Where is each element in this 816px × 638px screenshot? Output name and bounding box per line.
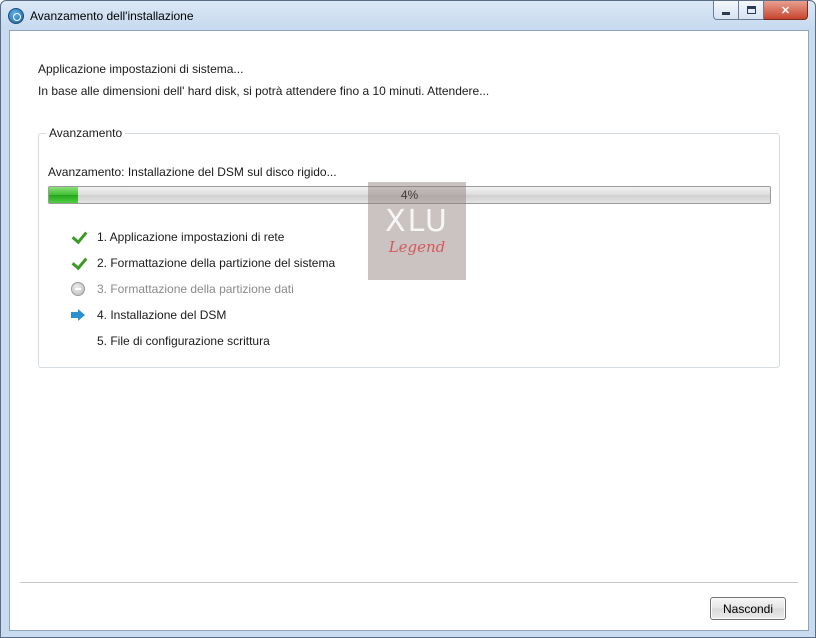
step-label: 2. Formattazione della partizione del si… [97,256,336,270]
step-list: 1. Applicazione impostazioni di rete 2. … [70,224,335,354]
step-item: 4. Installazione del DSM [70,302,335,328]
minimize-button[interactable] [713,1,739,20]
close-icon: ✕ [780,4,791,17]
wait-message: In base alle dimensioni dell' hard disk,… [38,84,490,98]
arrow-right-icon [70,307,86,323]
skip-icon [71,282,85,296]
status-message: Applicazione impostazioni di sistema... [38,62,244,76]
close-button[interactable]: ✕ [764,1,808,20]
minimize-icon [722,11,730,15]
step-item: 1. Applicazione impostazioni di rete [70,224,335,250]
step-item: 3. Formattazione della partizione dati [70,276,335,302]
step-item: 2. Formattazione della partizione del si… [70,250,335,276]
step-label: 1. Applicazione impostazioni di rete [97,230,285,244]
step-label: 4. Installazione del DSM [97,308,227,322]
progress-group-label: Avanzamento [46,126,126,140]
hide-button[interactable]: Nascondi [710,597,786,620]
watermark-logo: XLU Legend [368,182,466,280]
watermark-top-text: XLU [385,204,449,239]
installation-window: Avanzamento dell'installazione ✕ Applica… [0,0,816,638]
step-label: 5. File di configurazione scrittura [97,334,270,348]
caption-buttons: ✕ [713,1,808,21]
progress-status-text: Avanzamento: Installazione del DSM sul d… [48,165,337,179]
check-icon [70,229,86,245]
step-label: 3. Formattazione della partizione dati [97,282,294,296]
window-title: Avanzamento dell'installazione [30,9,194,23]
maximize-icon [746,6,756,14]
step-item: 5. File di configurazione scrittura [70,328,335,354]
footer-divider [20,582,798,583]
watermark-bottom-text: Legend [388,238,446,256]
maximize-button[interactable] [739,1,764,20]
title-bar[interactable]: Avanzamento dell'installazione ✕ [1,1,815,30]
dialog-content: Applicazione impostazioni di sistema... … [9,30,809,631]
check-icon [70,255,86,271]
app-icon [8,8,24,24]
